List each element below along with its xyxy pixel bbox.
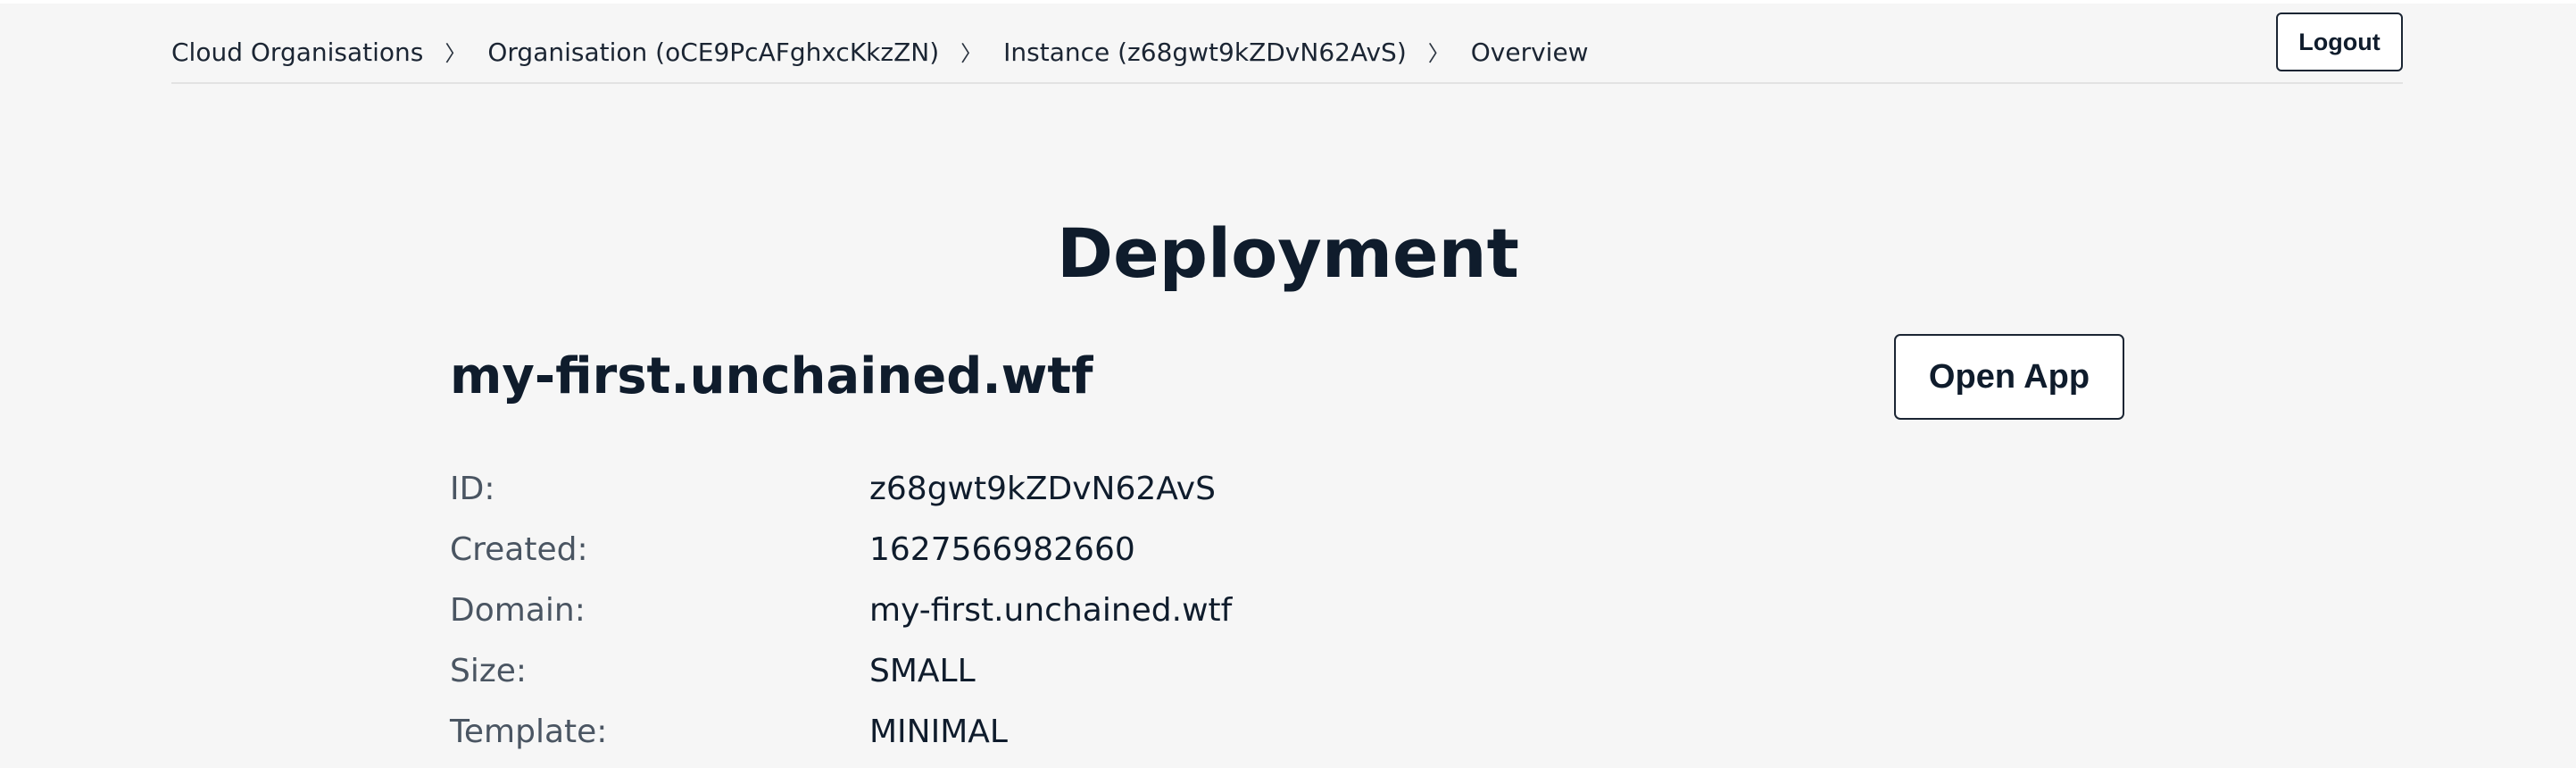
detail-row-template: Template: MINIMAL: [450, 707, 1699, 768]
detail-value-template: MINIMAL: [869, 714, 1008, 750]
detail-row-created: Created: 1627566982660: [450, 525, 1699, 586]
breadcrumb: Cloud Organisations 〉 Organisation (oCE9…: [171, 27, 1589, 77]
detail-row-domain: Domain: my-first.unchained.wtf: [450, 586, 1699, 647]
page-title: Deployment: [1056, 213, 1519, 293]
breadcrumb-separator-icon: 〉: [1427, 40, 1450, 66]
detail-row-id: ID: z68gwt9kZDvN62AvS: [450, 464, 1699, 525]
detail-row-size: Size: SMALL: [450, 647, 1699, 707]
detail-label: Size:: [450, 653, 528, 689]
breadcrumb-separator-icon: 〉: [445, 40, 467, 66]
detail-label: Created:: [450, 531, 588, 568]
breadcrumb-item-instance[interactable]: Instance (z68gwt9kZDvN62AvS): [1003, 38, 1407, 67]
detail-label: Template:: [450, 714, 608, 750]
logout-button[interactable]: Logout: [2276, 13, 2403, 71]
domain-heading: my-first.unchained.wtf: [450, 347, 1093, 405]
detail-value-size: SMALL: [869, 653, 976, 689]
detail-label: Domain:: [450, 592, 586, 629]
breadcrumb-item-cloud-organisations[interactable]: Cloud Organisations: [171, 38, 423, 67]
deployment-details: ID: z68gwt9kZDvN62AvS Created: 162756698…: [450, 464, 1699, 768]
open-app-button[interactable]: Open App: [1894, 334, 2124, 420]
detail-label: ID:: [450, 471, 495, 507]
detail-value-id: z68gwt9kZDvN62AvS: [869, 471, 1216, 507]
header: Cloud Organisations 〉 Organisation (oCE9…: [171, 7, 2403, 84]
detail-value-domain: my-first.unchained.wtf: [869, 592, 1233, 629]
detail-value-created: 1627566982660: [869, 531, 1135, 568]
breadcrumb-item-organisation[interactable]: Organisation (oCE9PcAFghxcKkzZN): [487, 38, 939, 67]
breadcrumb-item-overview[interactable]: Overview: [1471, 38, 1589, 67]
breadcrumb-separator-icon: 〉: [960, 40, 983, 66]
top-strip: [0, 0, 2576, 4]
